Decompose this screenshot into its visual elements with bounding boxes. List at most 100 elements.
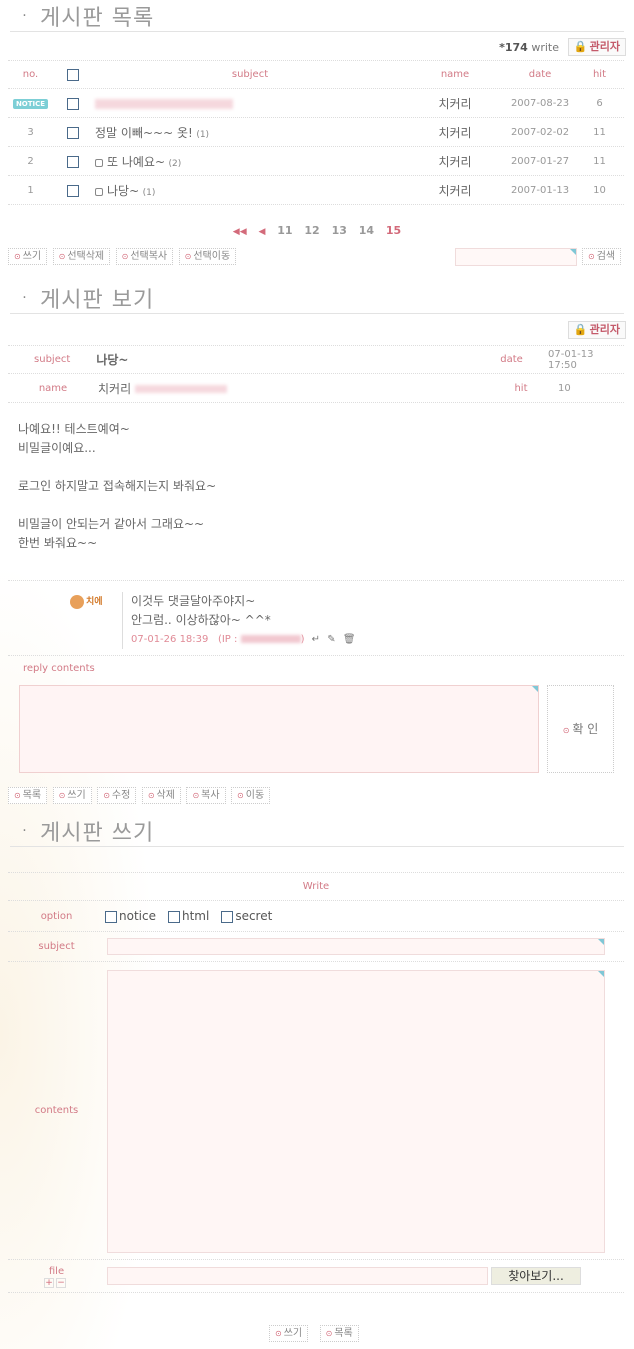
bullet-icon: ⊙ — [58, 791, 66, 800]
select-all-checkbox[interactable] — [67, 68, 79, 81]
copy-button[interactable]: ⊙ 복사 — [186, 787, 226, 804]
page-link[interactable]: 12 — [304, 224, 319, 237]
name-label: name — [38, 382, 68, 394]
row-no: 2 — [27, 155, 34, 167]
write-section-title: · 게시판 쓰기 — [10, 815, 624, 847]
move-selected-button[interactable]: ⊙ 선택이동 — [178, 248, 237, 265]
delete-selected-button[interactable]: ⊙ 선택삭제 — [52, 248, 111, 265]
row-name[interactable]: 치커리 — [405, 124, 505, 141]
bullet-icon: ⊙ — [14, 252, 21, 261]
remove-file-icon[interactable]: − — [56, 1278, 66, 1288]
reply-date: 07-01-26 18:39 — [131, 634, 209, 645]
row-hit: 10 — [593, 184, 606, 196]
row-checkbox[interactable] — [67, 126, 79, 139]
subject-input[interactable] — [107, 938, 605, 955]
write-heading-row: Write — [8, 872, 624, 901]
view-section-title: · 게시판 보기 — [10, 282, 624, 314]
current-page[interactable]: 15 — [386, 224, 401, 237]
reply-body: 이것두 댓글달아주야지~ 안그럼.. 이상하잖아~ ^^* 07-01-26 1… — [122, 592, 356, 649]
row-checkbox[interactable] — [67, 97, 79, 110]
page-link[interactable]: 13 — [332, 224, 347, 237]
copy-selected-button[interactable]: ⊙ 선택복사 — [115, 248, 174, 265]
col-subject: subject — [231, 69, 269, 80]
notice-option[interactable]: notice — [105, 909, 156, 923]
reply-submit-button[interactable]: ⊙ 확 인 — [547, 685, 614, 773]
search-button[interactable]: ⊙ 검색 — [582, 248, 622, 265]
browse-button[interactable]: 찾아보기... — [491, 1267, 581, 1285]
secret-option[interactable]: secret — [221, 909, 272, 923]
secret-lock-icon — [95, 187, 103, 196]
reply-line: 안그럼.. 이상하잖아~ ^^* — [131, 613, 271, 627]
notice-badge: NOTICE — [12, 98, 49, 109]
file-input[interactable] — [107, 1267, 488, 1285]
write-button[interactable]: ⊙ 쓰기 — [8, 248, 48, 265]
notice-checkbox[interactable] — [105, 910, 117, 923]
row-subject-link[interactable]: 또 나예요~ — [107, 155, 165, 169]
page-link[interactable]: 14 — [359, 224, 374, 237]
comment-count: (1) — [142, 187, 156, 198]
reply-contents-label: reply contents — [23, 663, 95, 674]
row-checkbox[interactable] — [67, 155, 79, 168]
view-action-buttons: ⊙ 목록 ⊙ 쓰기 ⊙ 수정 ⊙ 삭제 ⊙ 복사 ⊙ 이동 — [8, 787, 272, 804]
row-date: 2007-08-23 — [510, 97, 570, 109]
hit-label: hit — [514, 382, 528, 394]
first-page-icon[interactable]: ◀◀ — [233, 227, 247, 237]
admin-button[interactable]: 🔒 관리자 — [567, 321, 626, 339]
search-input[interactable] — [455, 248, 577, 266]
ip-label: (IP : — [217, 634, 238, 645]
page-link[interactable]: 11 — [277, 224, 292, 237]
bullet-icon: ⊙ — [121, 252, 129, 261]
redacted-ip — [240, 635, 301, 643]
subject-label: subject — [38, 941, 75, 952]
reply-to-icon[interactable]: ↵ — [312, 634, 320, 645]
prev-page-icon[interactable]: ◀ — [258, 227, 265, 237]
bullet-icon: ⊙ — [562, 726, 570, 735]
list-button[interactable]: ⊙ 목록 — [319, 1325, 359, 1342]
admin-button[interactable]: 🔒 관리자 — [567, 38, 626, 56]
edit-button[interactable]: ⊙ 수정 — [97, 787, 137, 804]
redacted-subject — [95, 98, 233, 109]
submit-write-button[interactable]: ⊙ 쓰기 — [269, 1325, 309, 1342]
bullet-icon: ⊙ — [192, 791, 200, 800]
row-checkbox[interactable] — [67, 184, 79, 197]
reply-item: 치에 이것두 댓글달아주야지~ 안그럼.. 이상하잖아~ ^^* 07-01-2… — [70, 590, 624, 650]
bullet-icon: ⊙ — [147, 791, 155, 800]
row-name[interactable]: 치커리 — [405, 182, 505, 199]
row-subject-link[interactable]: 나당~ — [107, 184, 139, 198]
post-subject: 나당~ — [96, 353, 129, 367]
bullet-icon: ⊙ — [14, 791, 21, 800]
bullet-icon: ⊙ — [275, 1329, 282, 1338]
admin-label: 관리자 — [589, 40, 620, 53]
reply-textarea[interactable] — [19, 685, 539, 773]
bullet-icon: · — [22, 823, 28, 839]
date-label: date — [500, 354, 523, 365]
view-subject-row: subject 나당~ date 07-01-13 17:50 — [8, 345, 624, 374]
edit-icon[interactable]: ✎ — [327, 634, 335, 645]
write-button[interactable]: ⊙ 쓰기 — [52, 787, 92, 804]
move-button[interactable]: ⊙ 이동 — [231, 787, 271, 804]
table-row: 3 정말 이빼~~~ 옷! (1) 치커리 2007-02-02 11 — [8, 118, 624, 147]
delete-button[interactable]: ⊙ 삭제 — [141, 787, 181, 804]
write-heading: Write — [302, 881, 330, 892]
post-count-value: 174 — [504, 41, 528, 54]
html-checkbox[interactable] — [167, 910, 180, 923]
post-count: *174 write — [499, 41, 559, 54]
row-subject-link[interactable] — [93, 97, 405, 110]
row-name[interactable]: 치커리 — [405, 95, 505, 112]
post-author[interactable]: 치커리 — [98, 382, 131, 396]
secret-checkbox[interactable] — [221, 910, 234, 923]
delete-icon[interactable]: 🗑 — [343, 634, 356, 645]
option-row: option notice html secret — [8, 901, 624, 932]
subject-label: subject — [34, 354, 71, 365]
row-name[interactable]: 치커리 — [405, 153, 505, 170]
reply-author[interactable]: 치에 — [70, 594, 116, 614]
contents-textarea[interactable] — [107, 970, 605, 1253]
row-hit: 11 — [593, 126, 606, 138]
list-button[interactable]: ⊙ 목록 — [8, 787, 48, 804]
row-subject-link[interactable]: 정말 이빼~~~ 옷! — [95, 126, 193, 140]
html-option[interactable]: html — [167, 909, 209, 923]
add-file-icon[interactable]: + — [44, 1278, 54, 1288]
post-body: 나예요!! 테스트예여~ 비밀글이예요... 로그인 하지말고 접속해지는지 봐… — [18, 422, 217, 550]
row-hit: 6 — [596, 97, 603, 109]
comment-count: (2) — [168, 158, 182, 169]
